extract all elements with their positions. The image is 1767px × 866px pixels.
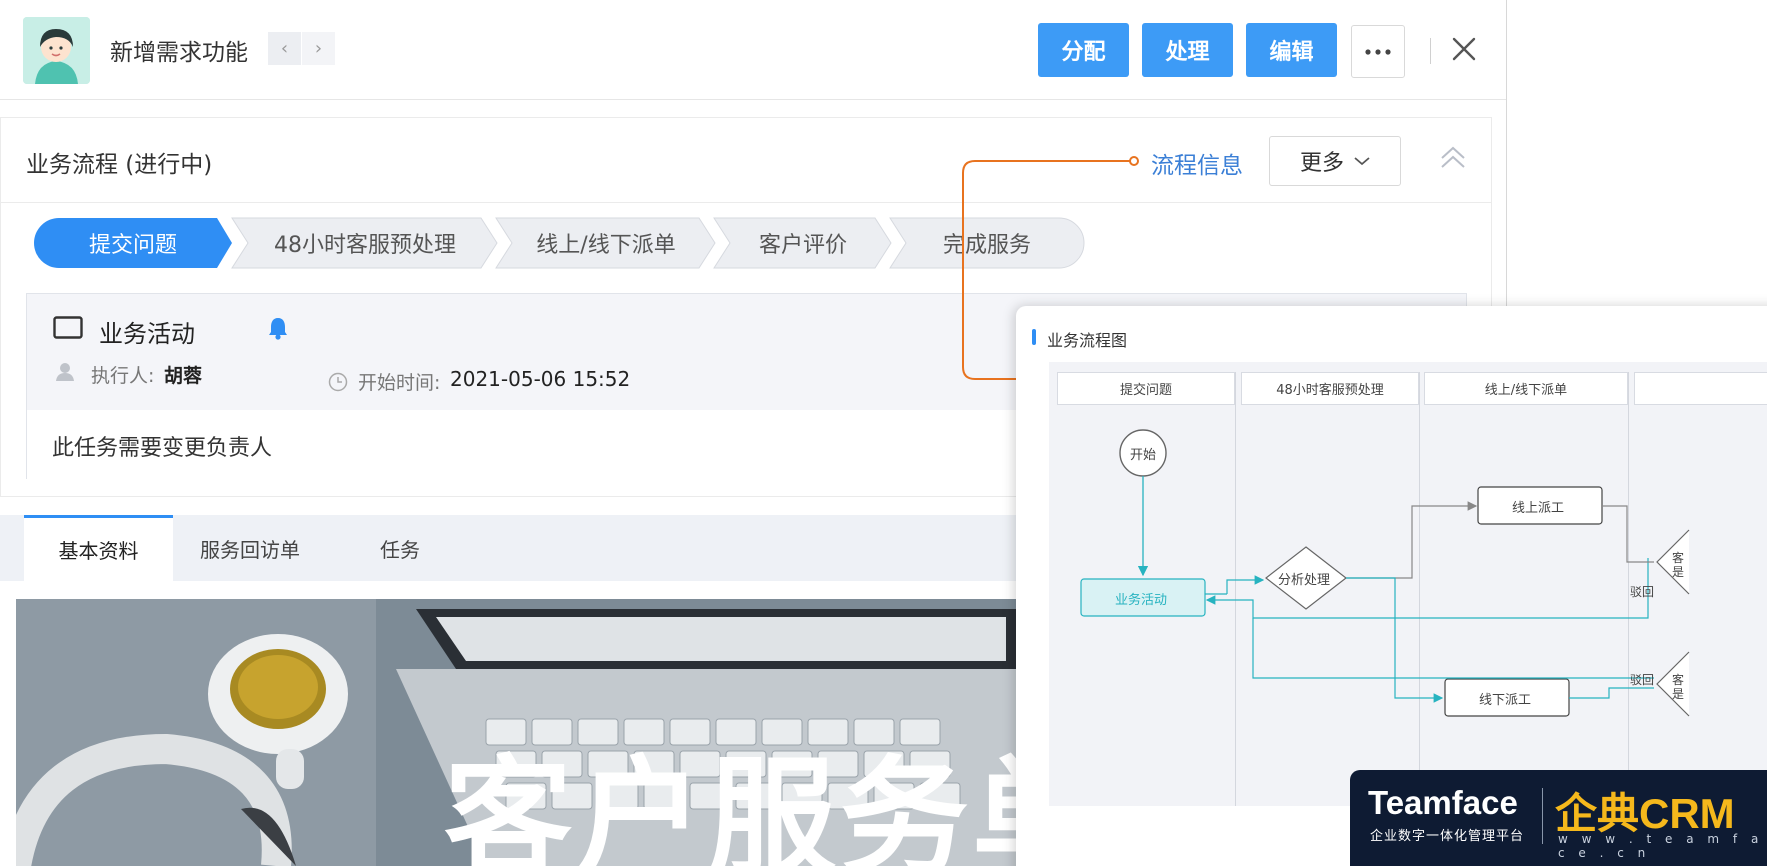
online-dispatch-node: 线上派工 <box>1512 501 1565 516</box>
badge-url: w w w . t e a m f a c e . c n <box>1558 832 1764 860</box>
swimlanes: 提交问题 48小时客服预处理 线上/线下派单 开始 业务活动 分析处理 线上派工… <box>1049 362 1767 806</box>
offline-dispatch-node: 线下派工 <box>1479 693 1532 708</box>
badge-subtitle: 企业数字一体化管理平台 <box>1370 829 1525 844</box>
reject-label: 驳回 <box>1630 585 1655 599</box>
partial-node-label: 是 <box>1672 565 1685 579</box>
analyze-node: 分析处理 <box>1278 573 1331 588</box>
start-node: 开始 <box>1130 448 1157 463</box>
panel-accent-bar <box>1032 329 1036 345</box>
partial-node-label: 是 <box>1672 687 1685 701</box>
badge-name: Teamface <box>1368 784 1518 821</box>
reject-label: 驳回 <box>1630 673 1655 687</box>
screen: 新增需求功能 ‹ › 分配 处理 编辑 业务流程 (进行中) 流程信息 更多 提… <box>0 0 1767 866</box>
flow-diagram <box>1080 429 1690 717</box>
activity-node: 业务活动 <box>1115 593 1168 608</box>
panel-title: 业务流程图 <box>1047 331 1128 350</box>
badge-divider <box>1542 788 1543 844</box>
teamface-logo-badge: Teamface 企业数字一体化管理平台 企典CRM w w w . t e a… <box>1350 770 1767 866</box>
